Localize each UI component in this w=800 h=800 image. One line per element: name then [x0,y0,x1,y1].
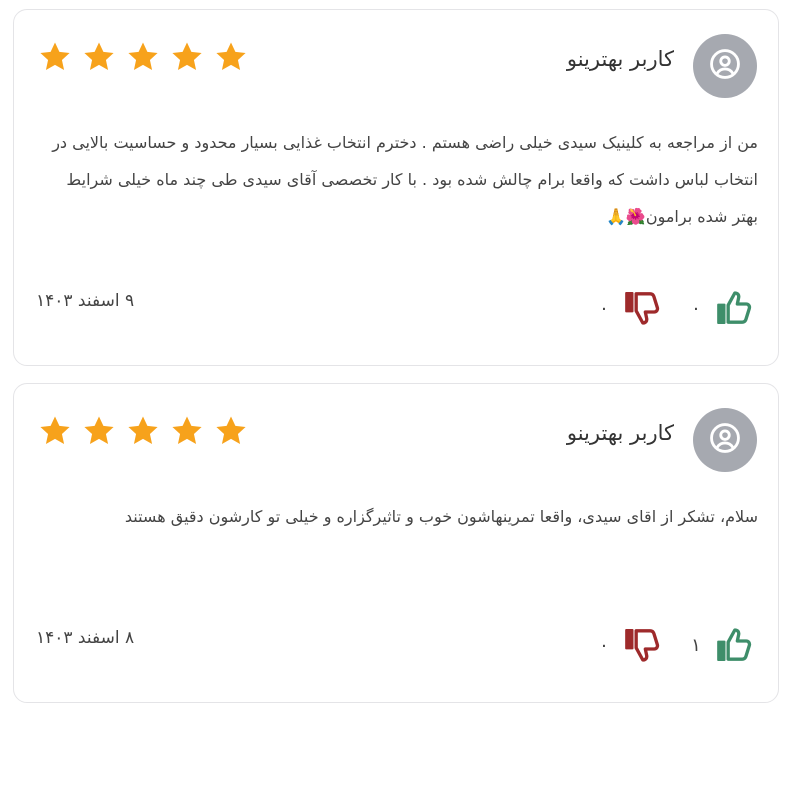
star-icon [214,40,248,74]
vote-controls: ۰ ۰ [598,288,754,328]
star-icon [170,40,204,74]
dislike-button[interactable]: ۰ [598,625,662,665]
dislike-button[interactable]: ۰ [598,288,662,328]
user-circle-icon [708,47,742,85]
star-icon [126,40,160,74]
star-icon [126,414,160,448]
reviewer-name: کاربر بهترینو [566,47,674,71]
star-icon [170,414,204,448]
thumbs-down-icon [622,288,662,328]
star-icon [82,40,116,74]
avatar [693,34,757,98]
reviewer-name: کاربر بهترینو [566,421,674,445]
user-circle-icon [708,421,742,459]
star-icon [82,414,116,448]
star-icon [38,414,72,448]
dislike-count: ۰ [599,297,609,319]
review-date: ۹ اسفند ۱۴۰۳ [36,291,135,311]
review-card: کاربر بهترینو من از مراجعه به کلینیک سید… [13,9,779,366]
star-rating [38,414,248,448]
thumbs-down-icon [622,625,662,665]
like-count: ۰ [691,297,701,319]
vote-controls: ۱ ۰ [598,625,754,665]
like-button[interactable]: ۱ [690,625,754,665]
thumbs-up-icon [714,625,754,665]
star-rating [38,40,248,74]
star-icon [38,40,72,74]
review-text: سلام، تشکر از اقای سیدی، واقعا تمرینهاشو… [124,507,758,526]
dislike-count: ۰ [599,634,609,656]
review-card: کاربر بهترینو سلام، تشکر از اقای سیدی، و… [13,383,779,703]
review-text: من از مراجعه به کلینیک سیدی خیلی راضی هس… [52,133,758,226]
star-icon [214,414,248,448]
review-date: ۸ اسفند ۱۴۰۳ [36,628,135,648]
like-count: ۱ [691,634,701,656]
thumbs-up-icon [714,288,754,328]
review-list: کاربر بهترینو من از مراجعه به کلینیک سید… [0,0,800,800]
like-button[interactable]: ۰ [690,288,754,328]
avatar [693,408,757,472]
